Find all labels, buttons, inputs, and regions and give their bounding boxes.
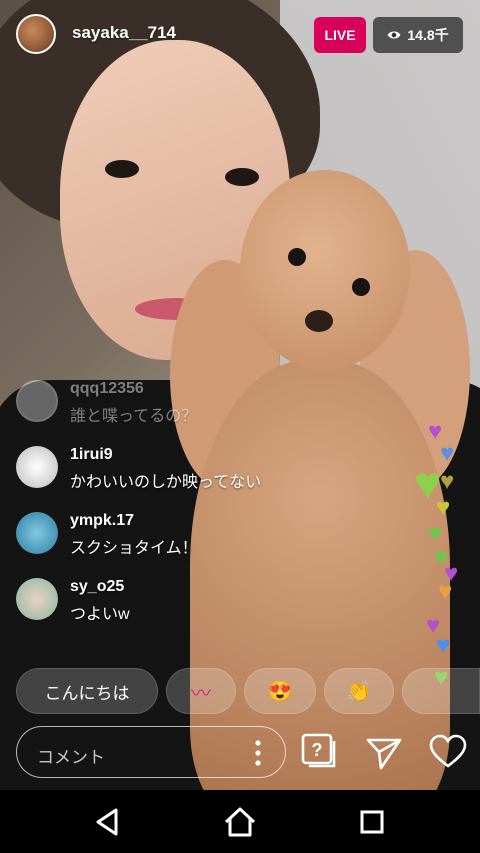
comment-item[interactable]: 1irui9 かわいいのしか映ってない xyxy=(16,446,346,491)
heart-icon[interactable] xyxy=(428,732,468,772)
comment-placeholder: コメント xyxy=(37,748,105,767)
comment-username[interactable]: qqq12356 xyxy=(70,380,144,398)
comment-avatar[interactable] xyxy=(16,578,58,620)
comment-username[interactable]: ympk.17 xyxy=(70,512,134,530)
comment-text: 誰と喋ってるの？ xyxy=(70,408,198,425)
more-options-icon[interactable] xyxy=(255,740,261,766)
comment-username[interactable]: sy_o25 xyxy=(70,578,124,596)
eye-icon xyxy=(387,31,401,39)
comment-avatar[interactable] xyxy=(16,512,58,554)
heart-icon: ♥ xyxy=(440,440,455,467)
comment-text: つよいw xyxy=(70,606,130,623)
system-navigation-bar xyxy=(0,790,480,853)
viewer-count-badge[interactable]: 14.8千 xyxy=(373,17,463,53)
left-eye xyxy=(105,160,139,178)
comment-text: スクショタイム！ xyxy=(70,540,198,557)
quick-reply-overflow[interactable] xyxy=(402,668,480,714)
heart-icon: ♥ xyxy=(436,632,451,659)
broadcaster-username[interactable]: sayaka__714 xyxy=(72,23,176,43)
heart-icon: ♥ xyxy=(438,578,453,605)
heart-icon: ♥ xyxy=(440,468,455,495)
svg-text:?: ? xyxy=(312,740,323,760)
quick-reply-emoji-1[interactable]: 〰 xyxy=(166,668,236,714)
back-icon[interactable] xyxy=(88,802,128,842)
heart-icon: ♥ xyxy=(436,494,451,521)
comment-text: かわいいのしか映ってない xyxy=(70,474,262,491)
quick-reply-emoji-2[interactable]: 😍 xyxy=(244,668,316,714)
quick-reply-hello[interactable]: こんにちは xyxy=(16,668,158,714)
heart-icon: ♥ xyxy=(428,520,443,547)
viewer-count: 14.8千 xyxy=(407,27,449,43)
live-badge: LIVE xyxy=(314,17,366,53)
broadcaster-avatar[interactable] xyxy=(16,14,56,54)
quick-reply-emoji-3[interactable]: 👏 xyxy=(324,668,394,714)
home-icon[interactable] xyxy=(220,802,260,842)
question-card-icon[interactable]: ? xyxy=(300,732,340,772)
recents-icon[interactable] xyxy=(352,802,392,842)
comment-item[interactable]: qqq12356 誰と喋ってるの？ xyxy=(16,380,346,425)
comment-item[interactable]: ympk.17 スクショタイム！ xyxy=(16,512,346,557)
send-icon[interactable] xyxy=(364,732,404,772)
comment-item[interactable]: sy_o25 つよいw xyxy=(16,578,346,623)
comment-input[interactable]: コメント xyxy=(16,726,286,778)
comment-avatar[interactable] xyxy=(16,380,58,422)
comment-username[interactable]: 1irui9 xyxy=(70,446,113,464)
comment-avatar[interactable] xyxy=(16,446,58,488)
